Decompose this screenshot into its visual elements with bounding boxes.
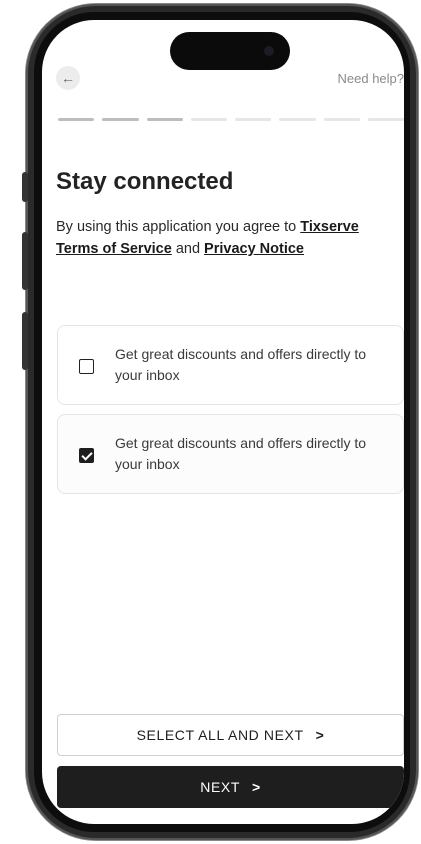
progress-segment [235,118,272,121]
silent-switch [22,172,28,202]
intro-and-text: and [171,241,205,257]
consent-option-label: Get great discounts and offers directly … [115,435,367,472]
privacy-notice-link[interactable]: Privacy Notice [204,241,304,257]
select-all-label: SELECT ALL AND NEXT [136,727,304,743]
app-screen: ← Need help? Stay connected By using thi… [42,20,404,824]
chevron-right-icon: > [315,727,325,743]
volume-up-button [22,232,28,290]
page-title: Stay connected [56,168,234,195]
next-button[interactable]: NEXT > [57,766,404,808]
progress-segment [279,118,316,121]
progress-segment [146,118,183,121]
progress-segment [58,118,95,121]
select-all-and-next-button[interactable]: SELECT ALL AND NEXT > [57,714,404,756]
consent-option-card[interactable]: Get great discounts and offers directly … [57,414,404,494]
progress-segment [323,118,360,121]
consent-checkbox-checked[interactable] [79,448,94,463]
intro-text: By using this application you agree to [56,219,301,235]
terms-notice: By using this application you agree to T… [56,216,376,260]
next-label: NEXT [200,779,240,795]
step-progress-bar [58,118,404,121]
progress-segment [190,118,227,121]
dynamic-island [170,32,290,70]
consent-checkbox[interactable] [79,359,94,374]
progress-segment [367,118,404,121]
progress-segment [102,118,139,121]
volume-down-button [22,312,28,370]
need-help-link[interactable]: Need help? [338,71,405,86]
chevron-right-icon: > [251,779,261,795]
camera-icon [264,46,274,56]
consent-option-card[interactable]: Get great discounts and offers directly … [57,325,404,405]
back-arrow-icon[interactable]: ← [56,66,80,90]
consent-option-label: Get great discounts and offers directly … [115,346,367,383]
